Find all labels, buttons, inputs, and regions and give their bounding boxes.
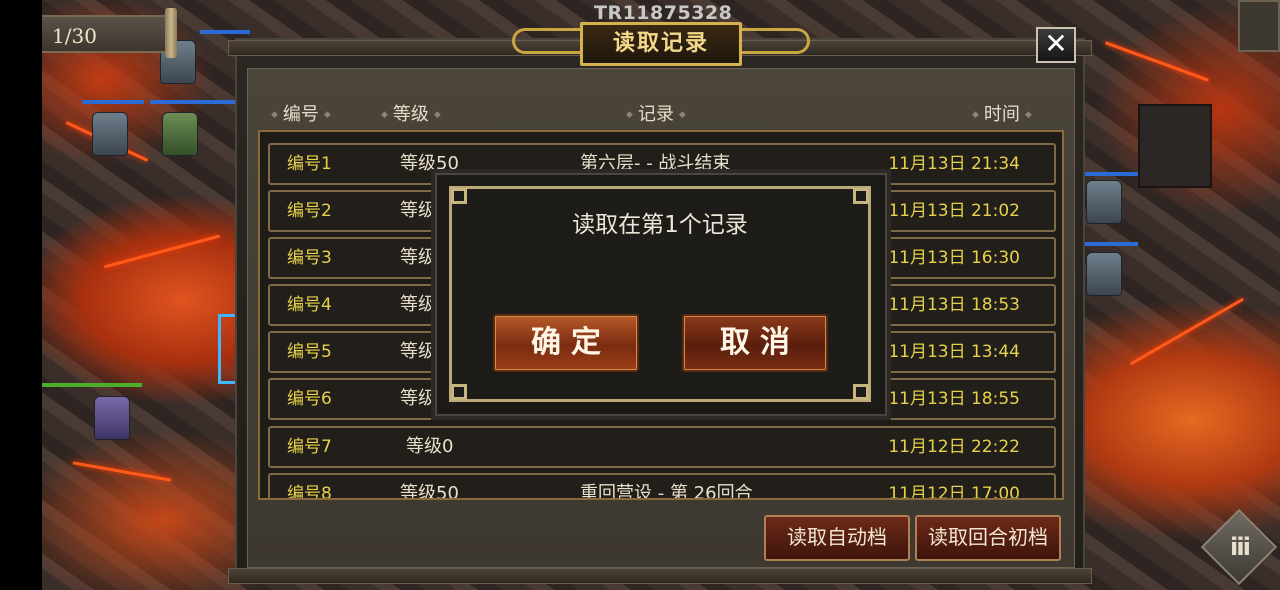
slot-level: 等级 <box>400 247 436 268</box>
slot-id: 编号7 <box>287 437 332 457</box>
slot-time: 11月13日 13:44 <box>888 342 1020 362</box>
ruined-gate <box>1138 104 1212 188</box>
confirm-message: 读取在第1个记录 <box>572 212 748 238</box>
slot-id: 编号8 <box>287 484 332 498</box>
unit-hp-bar <box>1078 242 1138 246</box>
slot-level: 等级 <box>400 200 436 221</box>
frame-corner-ornament <box>451 188 467 204</box>
load-auto-save-button[interactable]: 读取自动档 <box>764 515 910 561</box>
column-header-record: 记录 <box>621 103 691 127</box>
watermark: TR11875328 <box>594 2 733 24</box>
soldier-unit[interactable] <box>92 112 128 156</box>
save-slot-row[interactable]: 编号7 等级0 11月12日 22:22 <box>268 426 1056 468</box>
slot-id: 编号6 <box>287 389 332 409</box>
slot-time: 11月13日 16:30 <box>888 248 1020 268</box>
slot-time: 11月13日 21:34 <box>888 154 1020 174</box>
panel-title-plaque: 读取记录 <box>512 22 810 66</box>
slot-level: 等级 <box>400 294 436 315</box>
slot-level: 等级 <box>400 341 436 362</box>
unit-hp-bar <box>42 383 142 387</box>
slot-id: 编号2 <box>287 201 332 221</box>
frame-corner-ornament <box>451 384 467 400</box>
slot-id: 编号3 <box>287 248 332 268</box>
slot-record: 重回营设 - 第 26回合 <box>580 483 753 498</box>
frame-corner-ornament <box>853 188 869 204</box>
lava-crack <box>103 234 221 269</box>
unit-hp-bar <box>1078 172 1138 176</box>
confirm-cancel-button[interactable]: 取消 <box>682 314 828 372</box>
menu-icon: ⅲ <box>1230 533 1251 561</box>
slot-time: 11月13日 21:02 <box>888 201 1020 221</box>
slot-id: 编号1 <box>287 154 332 174</box>
unit-hp-bar <box>150 100 240 104</box>
load-turn-start-save-button[interactable]: 读取回合初档 <box>915 515 1061 561</box>
panel-scroll-rod-bottom <box>228 568 1092 584</box>
unit-hp-bar <box>200 30 250 34</box>
lava-crack <box>72 461 172 482</box>
slot-level: 等级50 <box>400 483 459 498</box>
slot-time: 11月12日 17:00 <box>888 484 1020 498</box>
save-slot-row[interactable]: 编号8 等级50 重回营设 - 第 26回合 11月12日 17:00 <box>268 473 1056 498</box>
slot-level: 等级 <box>400 388 436 409</box>
scroll-knob-icon <box>165 8 177 58</box>
slot-time: 11月13日 18:53 <box>888 295 1020 315</box>
column-header-level: 等级 <box>376 103 446 127</box>
slot-time: 11月12日 22:22 <box>888 437 1020 457</box>
slot-id: 编号4 <box>287 295 332 315</box>
slot-id: 编号5 <box>287 342 332 362</box>
enemy-unit[interactable] <box>1086 180 1122 224</box>
slot-level: 等级0 <box>406 436 454 457</box>
slot-time: 11月13日 18:55 <box>888 389 1020 409</box>
column-header-time: 时间 <box>967 103 1037 127</box>
map-corner-button[interactable] <box>1238 0 1280 52</box>
save-slot-row-clip: 编号8 等级50 重回营设 - 第 26回合 11月12日 17:00 <box>268 473 1056 498</box>
soldier-unit[interactable] <box>162 112 198 156</box>
panel-title: 读取记录 <box>580 22 742 66</box>
turn-counter: 1/30 <box>42 15 172 53</box>
column-header-id: 编号 <box>266 103 336 127</box>
lava-crack <box>1104 41 1210 82</box>
unit-hp-bar <box>82 100 144 104</box>
lava-crack <box>1129 297 1245 366</box>
frame-corner-ornament <box>853 384 869 400</box>
player-unit[interactable] <box>94 396 130 440</box>
confirm-ok-button[interactable]: 确定 <box>493 314 639 372</box>
close-button[interactable]: ✕ <box>1036 27 1076 63</box>
enemy-unit[interactable] <box>1086 252 1122 296</box>
